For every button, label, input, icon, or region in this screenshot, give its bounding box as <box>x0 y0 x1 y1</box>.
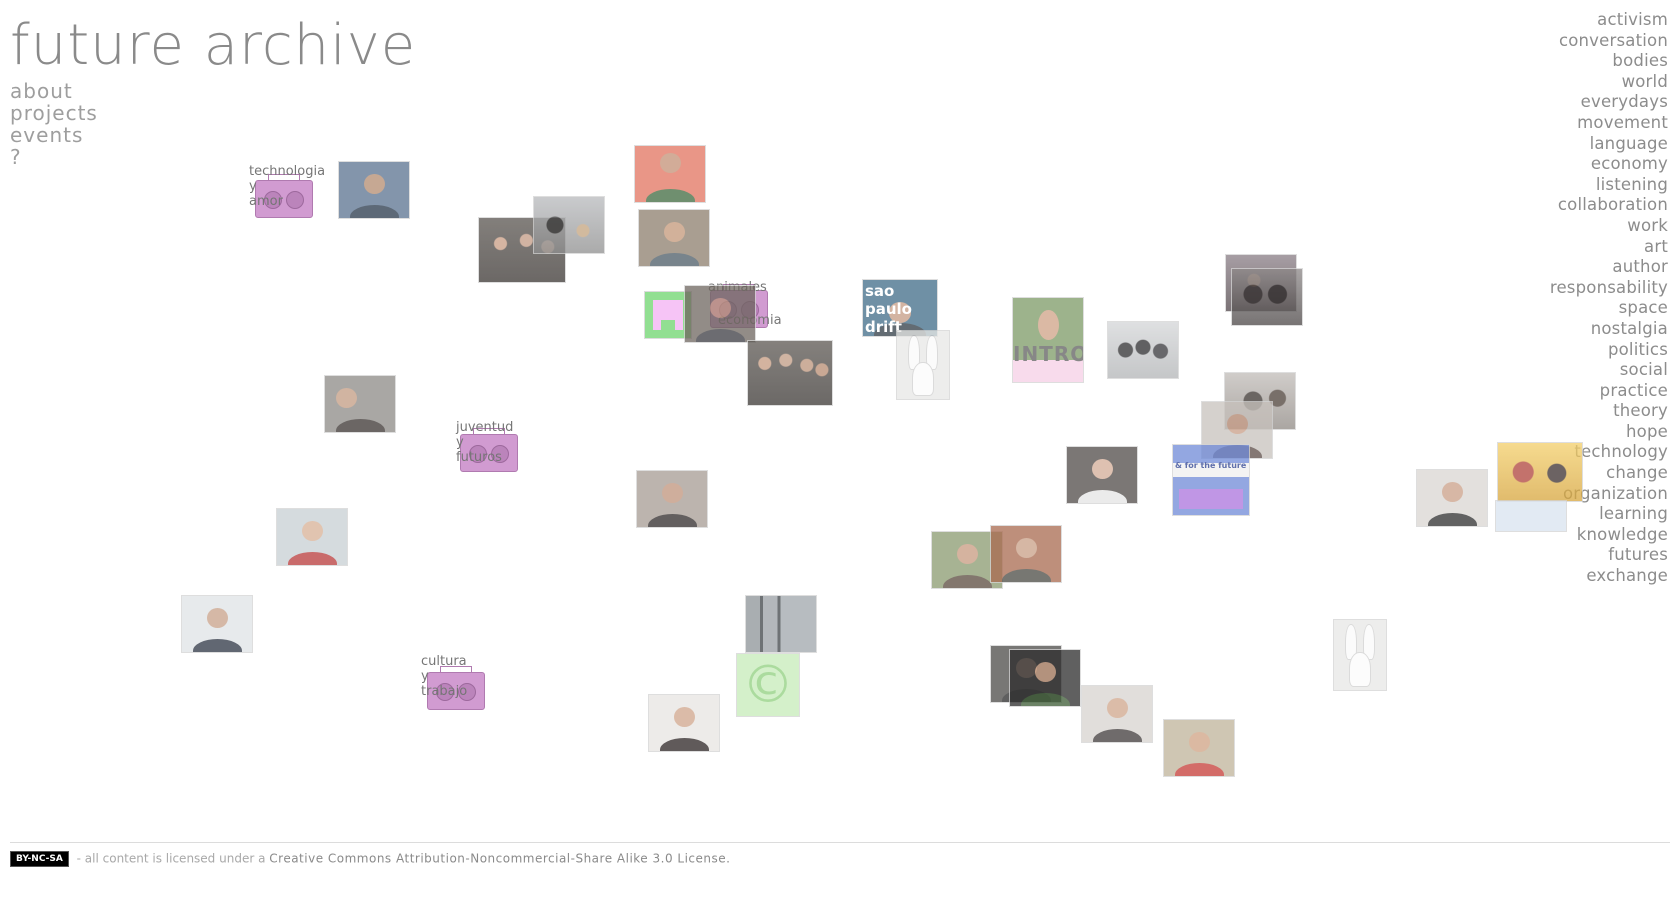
bunny-thumbnail[interactable] <box>1333 619 1387 691</box>
video-thumbnail[interactable] <box>1009 649 1081 707</box>
tag-space[interactable]: space <box>1550 298 1668 319</box>
tag-listening[interactable]: listening <box>1550 175 1668 196</box>
project-radio-juventud[interactable]: juventud y futuros <box>456 420 528 476</box>
tag-social[interactable]: social <box>1550 360 1668 381</box>
tag-nostalgia[interactable]: nostalgia <box>1550 319 1668 340</box>
tag-art[interactable]: art <box>1550 237 1668 258</box>
video-thumbnail[interactable] <box>181 595 253 653</box>
tag-bodies[interactable]: bodies <box>1550 51 1668 72</box>
tag-everydays[interactable]: everydays <box>1550 92 1668 113</box>
tag-knowledge[interactable]: knowledge <box>1550 525 1668 546</box>
sao-paulo-drift-caption: sao paulo drift <box>865 282 912 336</box>
tag-collaboration[interactable]: collaboration <box>1550 195 1668 216</box>
video-thumbnail[interactable]: sao paulo drift <box>862 279 938 337</box>
video-thumbnail[interactable] <box>1416 469 1488 527</box>
copyright-thumbnail[interactable]: © <box>736 653 800 717</box>
video-thumbnail[interactable] <box>1107 321 1179 379</box>
video-thumbnail[interactable] <box>1495 500 1567 532</box>
tag-world[interactable]: world <box>1550 72 1668 93</box>
nav-projects[interactable]: projects <box>10 102 98 124</box>
intro-label: INTRO <box>1013 342 1084 366</box>
page: future archive about projects events ? a… <box>0 0 1680 909</box>
video-thumbnail[interactable] <box>1497 442 1583 502</box>
tag-work[interactable]: work <box>1550 216 1668 237</box>
tag-futures[interactable]: futures <box>1550 545 1668 566</box>
project-radio-cultura[interactable]: cultura y trabajo <box>421 654 493 714</box>
for-the-future-caption: & for the future <box>1175 461 1247 470</box>
video-thumbnail[interactable] <box>990 525 1062 583</box>
video-thumbnail[interactable] <box>745 595 817 653</box>
tag-author[interactable]: author <box>1550 257 1668 278</box>
video-thumbnail[interactable] <box>276 508 348 566</box>
tag-practice[interactable]: practice <box>1550 381 1668 402</box>
footer: BY-NC-SA - all content is licensed under… <box>10 851 730 867</box>
video-thumbnail[interactable] <box>747 340 833 406</box>
license-link[interactable]: Creative Commons Attribution-Noncommerci… <box>269 852 730 866</box>
intro-thumbnail[interactable]: INTRO <box>1012 297 1084 383</box>
video-thumbnail[interactable] <box>684 285 756 343</box>
tag-activism[interactable]: activism <box>1550 10 1668 31</box>
tag-language[interactable]: language <box>1550 134 1668 155</box>
project-label: cultura y trabajo <box>421 654 468 699</box>
video-thumbnail[interactable] <box>636 470 708 528</box>
tag-responsability[interactable]: responsability <box>1550 278 1668 299</box>
cc-license-badge[interactable]: BY-NC-SA <box>10 851 69 867</box>
project-label: juventud y futuros <box>456 420 514 465</box>
tag-conversation[interactable]: conversation <box>1550 31 1668 52</box>
video-thumbnail[interactable] <box>1066 446 1138 504</box>
bunny-thumbnail[interactable] <box>896 330 950 400</box>
video-thumbnail[interactable] <box>638 209 710 267</box>
main-nav: about projects events ? <box>10 80 98 168</box>
video-thumbnail[interactable] <box>634 145 706 203</box>
tag-learning[interactable]: learning <box>1550 504 1668 525</box>
nav-events[interactable]: events <box>10 124 98 146</box>
nav-about[interactable]: about <box>10 80 98 102</box>
tag-politics[interactable]: politics <box>1550 340 1668 361</box>
tag-movement[interactable]: movement <box>1550 113 1668 134</box>
site-title[interactable]: future archive <box>10 14 416 78</box>
tag-economy[interactable]: economy <box>1550 154 1668 175</box>
for-the-future-thumbnail[interactable]: & for the future <box>1172 444 1250 516</box>
project-radio-technologia[interactable]: technologia y amor <box>249 164 325 220</box>
footer-divider <box>10 842 1670 843</box>
tag-exchange[interactable]: exchange <box>1550 566 1668 587</box>
video-thumbnail[interactable] <box>1163 719 1235 777</box>
nav-help[interactable]: ? <box>10 146 98 168</box>
tag-hope[interactable]: hope <box>1550 422 1668 443</box>
video-thumbnail[interactable] <box>1231 268 1303 326</box>
footer-prefix: - all content is licensed under a <box>76 851 266 866</box>
video-thumbnail[interactable] <box>1081 685 1153 743</box>
video-thumbnail[interactable] <box>533 196 605 254</box>
video-thumbnail[interactable] <box>648 694 720 752</box>
copyright-icon: © <box>742 655 794 715</box>
project-label: technologia y amor <box>249 164 326 209</box>
tag-theory[interactable]: theory <box>1550 401 1668 422</box>
video-thumbnail[interactable] <box>324 375 396 433</box>
video-thumbnail[interactable] <box>338 161 410 219</box>
